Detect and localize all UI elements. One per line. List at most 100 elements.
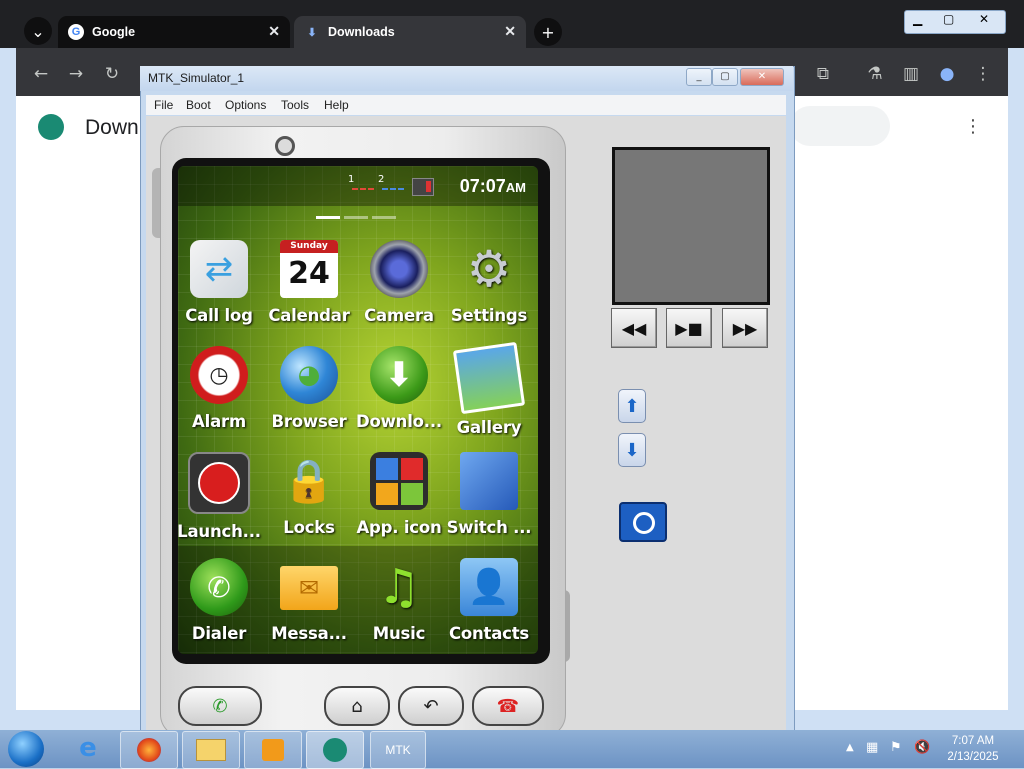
status-bar: 1 2 07:07AM <box>178 166 538 206</box>
app-dialer[interactable]: ✆ Dialer <box>178 558 264 643</box>
play-stop-button[interactable]: ▶■ <box>666 308 712 348</box>
page-indicator <box>344 216 368 219</box>
app-alarm[interactable]: ◷ Alarm <box>178 346 264 431</box>
volume-down-button[interactable]: ⬇ <box>618 433 646 467</box>
mtk-taskbar-button[interactable]: MTK <box>370 731 426 769</box>
sim1-signal-icon <box>352 188 374 190</box>
phone-icon: ✆ <box>190 558 248 616</box>
app-gallery[interactable]: Gallery <box>444 341 534 437</box>
google-g-icon: G <box>68 24 84 40</box>
globe-icon: ◕ <box>280 346 338 404</box>
app-locks[interactable]: 🔒 Locks <box>264 452 354 537</box>
app-call-log[interactable]: ⇄ Call log <box>178 240 264 325</box>
page-title: Down <box>85 116 139 139</box>
app-calendar[interactable]: Sunday 24 Calendar <box>264 240 354 325</box>
app-browser[interactable]: ◕ Browser <box>264 346 354 431</box>
volume-muted-icon[interactable]: 🔇 <box>914 740 930 755</box>
tab-label: Downloads <box>328 25 395 39</box>
arrow-down-icon: ⬇ <box>624 439 640 461</box>
tab-search-button[interactable]: ⌄ <box>24 17 52 45</box>
rewind-icon: ◀◀ <box>621 318 647 338</box>
side-panel-icon[interactable]: ▥ <box>900 64 922 84</box>
call-icon: ✆ <box>212 695 228 717</box>
camera-preview <box>612 147 770 305</box>
app-settings[interactable]: ⚙ Settings <box>444 240 534 325</box>
volume-up-button[interactable]: ⬆ <box>618 389 646 423</box>
alarm-clock-icon: ◷ <box>190 346 248 404</box>
downloads-logo-icon <box>38 114 64 140</box>
status-clock: 07:07AM <box>459 176 526 196</box>
firefox-taskbar-button[interactable] <box>120 731 178 769</box>
close-icon[interactable]: ✕ <box>979 12 989 26</box>
gallery-photo-icon <box>452 341 526 415</box>
app-downloads[interactable]: ⬇ Downlo... <box>354 346 444 431</box>
tab-google[interactable]: G Google ✕ <box>58 16 290 48</box>
explorer-taskbar-button[interactable] <box>182 731 240 769</box>
more-actions-icon[interactable]: ⋮ <box>964 116 982 137</box>
app-app-icon[interactable]: App. icon <box>354 452 444 537</box>
forward-icon[interactable]: → <box>65 64 87 84</box>
internet-explorer-icon[interactable]: e <box>70 733 106 765</box>
chevron-down-icon: ⌄ <box>31 21 45 41</box>
sim2-indicator: 2 <box>378 174 385 185</box>
camera-icon <box>633 512 655 534</box>
app-music[interactable]: ♫ Music <box>354 558 444 643</box>
search-downloads-input[interactable] <box>790 106 890 146</box>
tab-label: Google <box>92 25 136 39</box>
arrow-up-icon: ⬆ <box>624 395 640 417</box>
tray-expand-icon[interactable]: ▲ <box>846 742 854 753</box>
end-call-button[interactable]: ☎ <box>472 686 544 726</box>
back-button[interactable]: ↶ <box>398 686 464 726</box>
back-icon[interactable]: ← <box>30 64 52 84</box>
extensions-icon[interactable]: ⧉ <box>812 64 834 84</box>
network-icon[interactable]: ▦ <box>866 740 878 755</box>
start-button[interactable] <box>8 731 44 767</box>
profile-avatar-icon[interactable]: ● <box>936 64 958 84</box>
close-icon[interactable]: ✕ <box>504 23 516 40</box>
app-camera[interactable]: Camera <box>354 240 444 325</box>
firefox-icon <box>137 738 161 762</box>
app-switch[interactable]: Switch ... <box>444 452 534 537</box>
folder-icon <box>196 739 226 761</box>
sim2-signal-icon <box>382 188 404 190</box>
maximize-icon[interactable]: ▢ <box>712 68 738 86</box>
menu-help[interactable]: Help <box>324 98 349 112</box>
fast-forward-button[interactable]: ▶▶ <box>722 308 768 348</box>
phone-screen[interactable]: 1 2 07:07AM ⇄ Call log Sunday 24 Calenda… <box>178 166 538 654</box>
maximize-icon[interactable]: ▢ <box>943 12 954 26</box>
camera-icon <box>370 240 428 298</box>
reload-icon[interactable]: ↻ <box>101 64 123 84</box>
rewind-button[interactable]: ◀◀ <box>611 308 657 348</box>
switch-icon <box>460 452 518 510</box>
menu-boot[interactable]: Boot <box>186 98 211 112</box>
downloads-app-taskbar-button[interactable] <box>306 731 364 769</box>
new-tab-button[interactable]: + <box>534 18 562 46</box>
tab-downloads[interactable]: ⬇ Downloads ✕ <box>294 16 526 48</box>
call-log-icon: ⇄ <box>190 240 248 298</box>
close-icon[interactable]: ✕ <box>740 68 784 86</box>
action-center-flag-icon[interactable]: ⚑ <box>890 740 902 755</box>
download-arrow-icon: ⬇ <box>370 346 428 404</box>
home-icon: ⌂ <box>351 695 363 717</box>
menu-file[interactable]: File <box>154 98 173 112</box>
app-messages[interactable]: ✉ Messa... <box>264 558 354 643</box>
media-player-taskbar-button[interactable] <box>244 731 302 769</box>
tray-clock[interactable]: 7:07 AM 2/13/2025 <box>938 733 1008 765</box>
minimize-icon[interactable]: ▁ <box>913 12 922 26</box>
capture-camera-button[interactable] <box>619 502 667 542</box>
labs-flask-icon[interactable]: ⚗ <box>864 64 886 84</box>
minimize-icon[interactable]: _ <box>686 68 712 86</box>
app-launcher[interactable]: Launch... <box>178 452 264 541</box>
play-stop-icon: ▶■ <box>675 318 703 338</box>
padlock-icon: 🔒 <box>282 456 336 505</box>
menu-options[interactable]: Options <box>225 98 266 112</box>
home-button[interactable]: ⌂ <box>324 686 390 726</box>
app-contacts[interactable]: 👤 Contacts <box>444 558 534 643</box>
menu-tools[interactable]: Tools <box>281 98 309 112</box>
call-button[interactable]: ✆ <box>178 686 262 726</box>
close-icon[interactable]: ✕ <box>268 23 280 40</box>
menu-kebab-icon[interactable]: ⋮ <box>972 64 994 84</box>
battery-icon <box>412 178 434 196</box>
contact-person-icon: 👤 <box>460 558 518 616</box>
plus-icon: + <box>541 22 555 42</box>
